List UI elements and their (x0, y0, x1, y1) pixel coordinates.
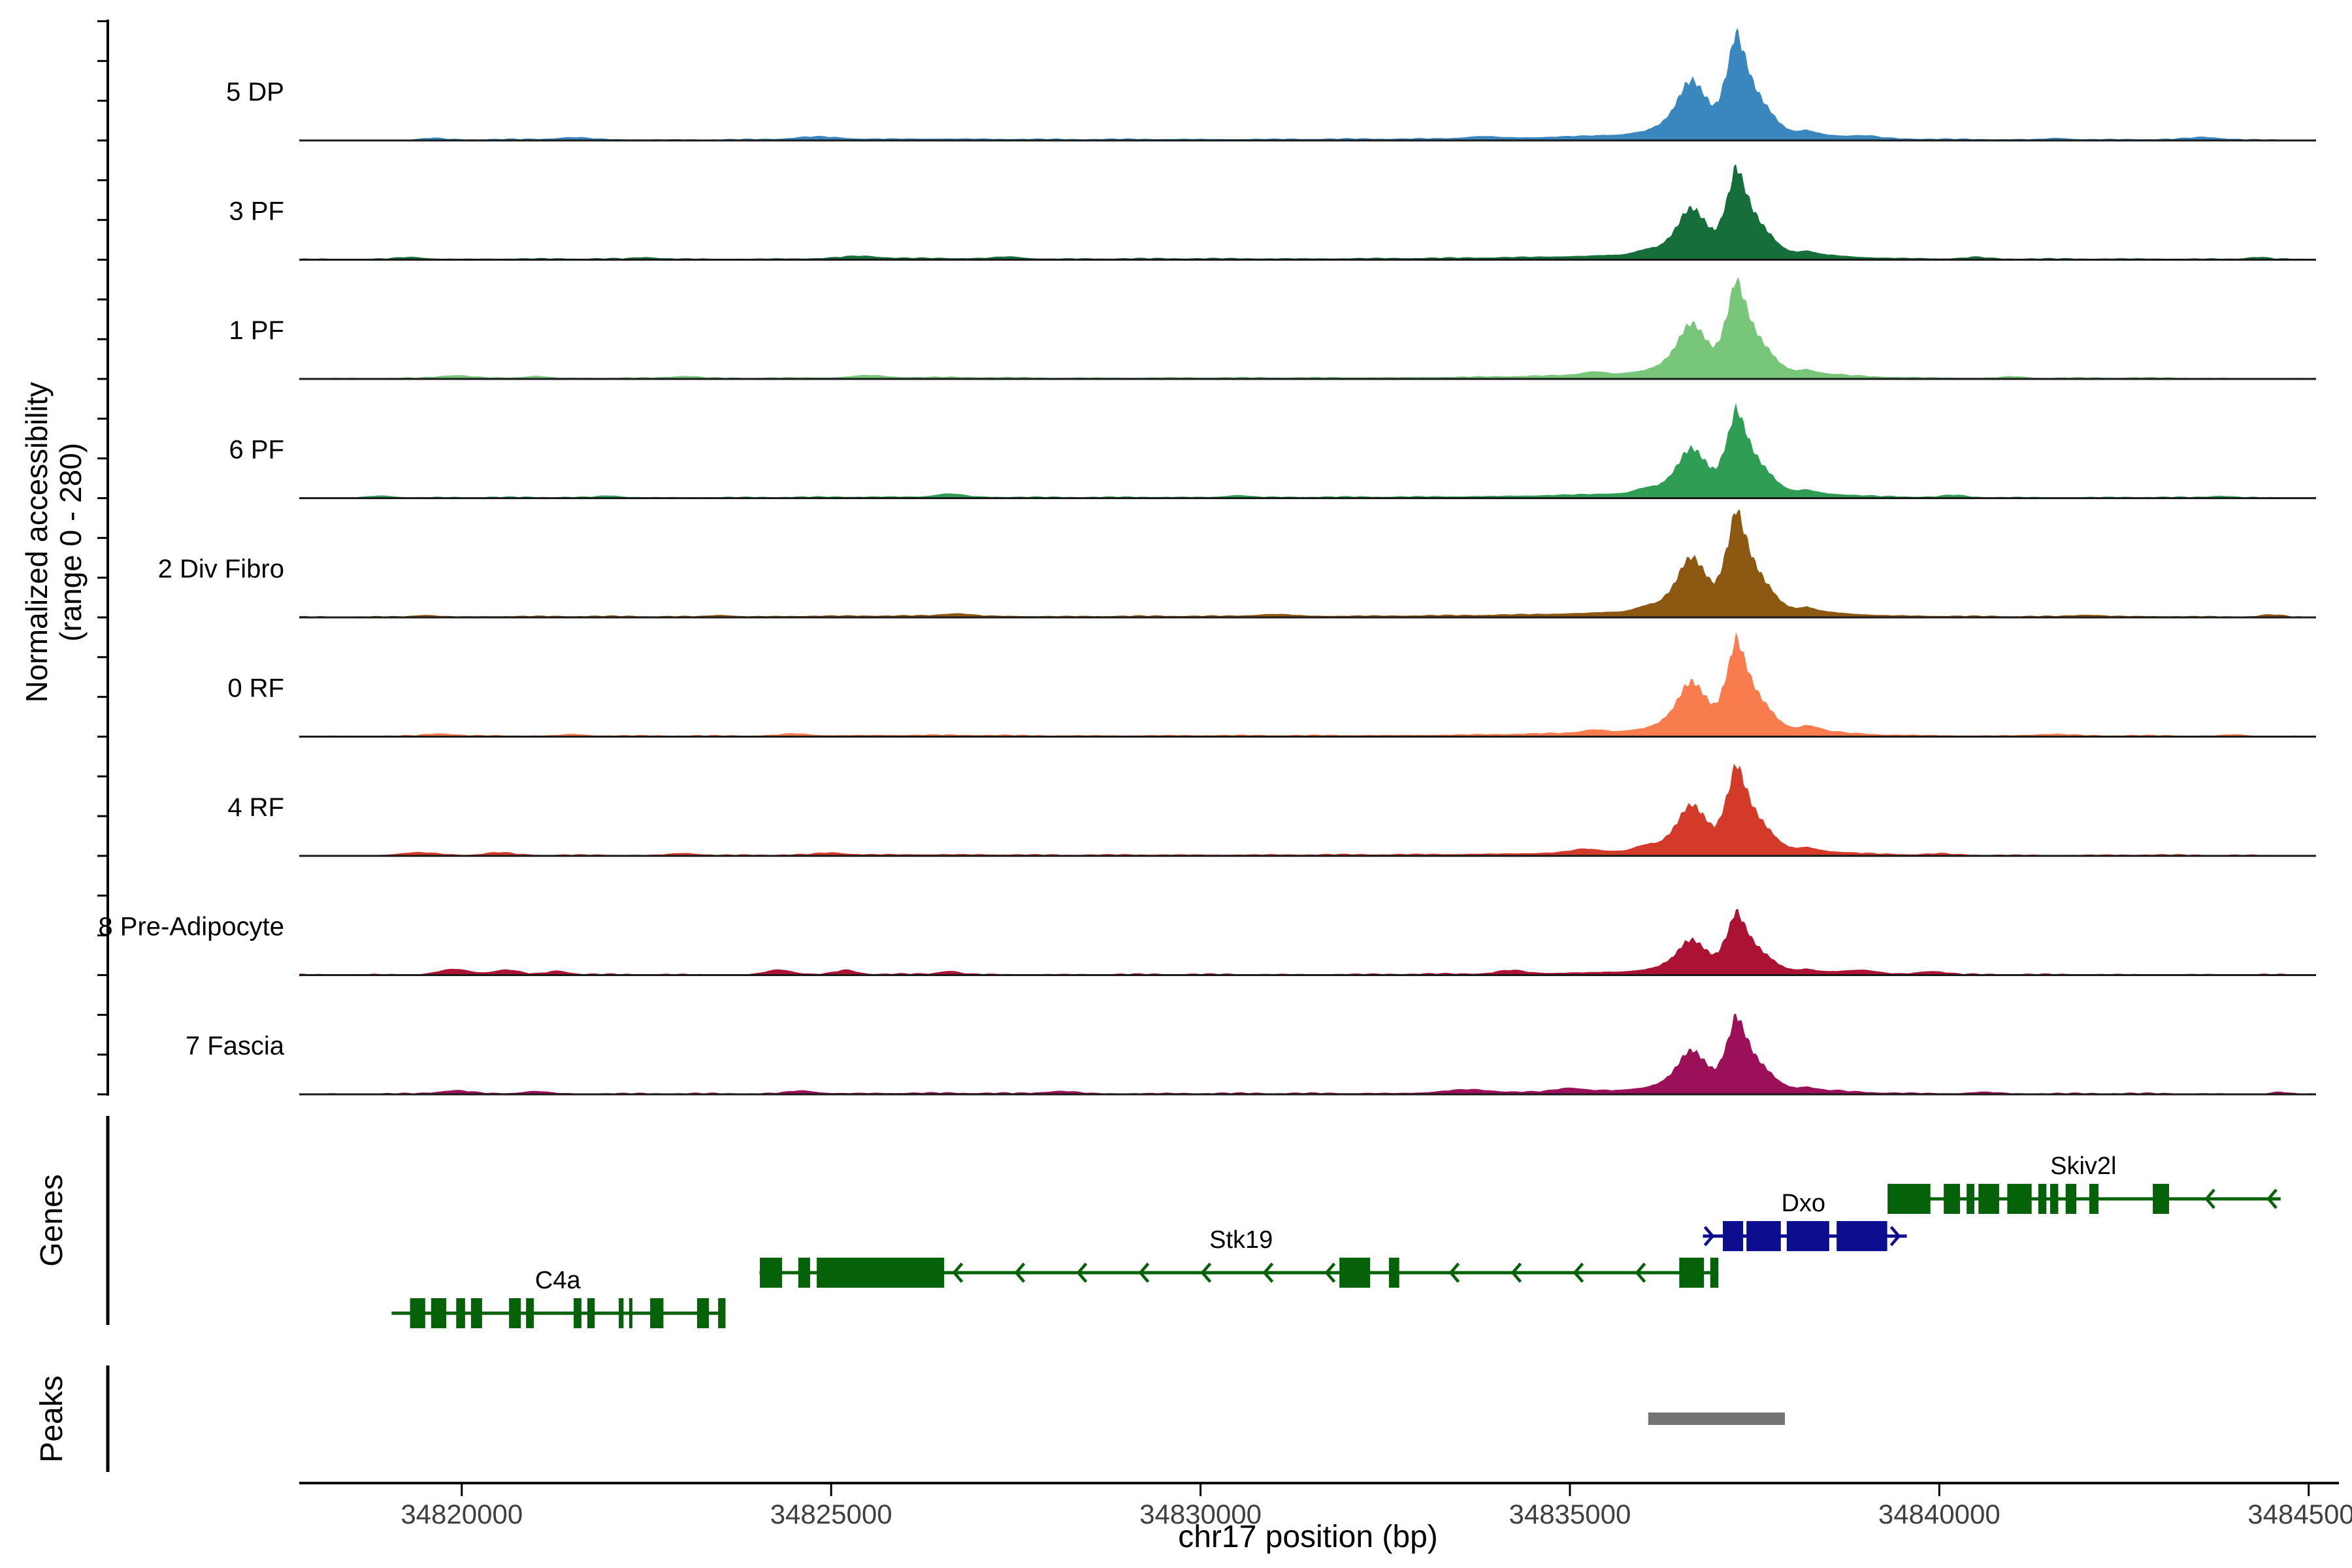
exon (817, 1258, 944, 1288)
exon (1723, 1221, 1743, 1251)
genes-track: Genes Skiv2l Dxo Stk19 C4a (35, 1116, 2281, 1328)
genes-section-label: Genes (35, 1174, 69, 1266)
exon (798, 1258, 810, 1288)
coverage-plot-figure: Normalized accessibility (range 0 - 280)… (0, 0, 2352, 1568)
coverage-signal (299, 1014, 2316, 1095)
exon (2066, 1184, 2076, 1214)
exon (1978, 1184, 1999, 1214)
x-tick-label: 34845000 (2247, 1499, 2352, 1529)
coverage-track-7-fascia: 7 Fascia (186, 1014, 2316, 1095)
coverage-track-2-div-fibro: 2 Div Fibro (158, 510, 2316, 617)
exon (629, 1298, 632, 1328)
coverage-signal (299, 909, 2316, 975)
coverage-track-4-rf: 4 RF (227, 764, 2316, 856)
coverage-signal (299, 276, 2316, 379)
exon (2038, 1184, 2046, 1214)
gene-model-stk19: Stk19 (759, 1226, 1718, 1288)
coverage-track-5-dp: 5 DP (226, 28, 2316, 140)
peak-region-bar (1648, 1413, 1785, 1425)
track-label: 8 Pre-Adipocyte (98, 913, 284, 941)
gene-label: C4a (535, 1267, 581, 1294)
coverage-signal (299, 632, 2316, 736)
gene-models: Skiv2l Dxo Stk19 C4a (391, 1152, 2280, 1328)
coverage-track-1-pf: 1 PF (229, 276, 2316, 379)
coverage-signal (299, 510, 2316, 617)
exon (1679, 1258, 1704, 1288)
coverage-track-0-rf: 0 RF (227, 632, 2316, 736)
exon (650, 1298, 663, 1328)
exon (2089, 1184, 2099, 1214)
exon (431, 1298, 446, 1328)
coverage-signal (299, 164, 2316, 259)
track-label: 5 DP (226, 78, 284, 106)
exon (587, 1298, 595, 1328)
accessibility-axis: Normalized accessibility (range 0 - 280) (20, 20, 108, 1096)
exon (1389, 1258, 1399, 1288)
coverage-signal (299, 403, 2316, 498)
peaks-section-label: Peaks (35, 1375, 69, 1462)
coverage-tracks: 5 DP 3 PF 1 PF 6 PF 2 Div Fibro 0 RF 4 RF 8 Pre… (98, 28, 2316, 1094)
exon (1746, 1221, 1781, 1251)
peaks-track: Peaks (35, 1365, 1785, 1472)
peak-regions (1648, 1413, 1785, 1425)
exon (718, 1298, 725, 1328)
exon (574, 1298, 581, 1328)
track-label: 7 Fascia (186, 1032, 285, 1060)
coverage-track-6-pf: 6 PF (229, 403, 2316, 498)
exon (471, 1298, 482, 1328)
coverage-signal (299, 764, 2316, 856)
gene-label: Stk19 (1209, 1226, 1273, 1254)
exon (619, 1298, 623, 1328)
coverage-track-3-pf: 3 PF (229, 164, 2316, 259)
gene-model-c4a: C4a (391, 1267, 725, 1328)
exon (2050, 1184, 2058, 1214)
exon (509, 1298, 521, 1328)
coverage-signal (299, 28, 2316, 140)
exon (1339, 1258, 1370, 1288)
exon (1967, 1184, 1974, 1214)
exon (2007, 1184, 2031, 1214)
exon (697, 1298, 709, 1328)
x-tick-label: 34825000 (770, 1499, 892, 1529)
exon (1944, 1184, 1960, 1214)
gene-model-dxo: Dxo (1703, 1190, 1906, 1251)
exon (1787, 1221, 1829, 1251)
gene-label: Skiv2l (2050, 1152, 2116, 1180)
gene-label: Dxo (1781, 1190, 1825, 1217)
exon (1887, 1184, 1931, 1214)
track-label: 6 PF (229, 436, 284, 465)
y-axis-title-line2: (range 0 - 280) (54, 443, 88, 642)
exon (760, 1258, 782, 1288)
coverage-track-8-pre-adipocyte: 8 Pre-Adipocyte (98, 909, 2316, 975)
exon (2153, 1184, 2169, 1214)
x-tick-label: 34820000 (400, 1499, 523, 1529)
track-label: 4 RF (227, 793, 284, 822)
exon (1710, 1258, 1718, 1288)
exon (1837, 1221, 1887, 1251)
gene-model-skiv2l: Skiv2l (1887, 1152, 2281, 1214)
track-label: 0 RF (227, 674, 284, 703)
position-axis: 3482000034825000348300003483500034840000… (299, 1483, 2352, 1554)
x-axis-title: chr17 position (bp) (1178, 1520, 1438, 1554)
track-label: 2 Div Fibro (158, 555, 284, 583)
track-label: 1 PF (229, 316, 284, 345)
track-label: 3 PF (229, 197, 284, 226)
exon (410, 1298, 425, 1328)
x-tick-label: 34835000 (1509, 1499, 1631, 1529)
x-tick-label: 34840000 (1878, 1499, 2001, 1529)
exon (526, 1298, 534, 1328)
exon (456, 1298, 465, 1328)
y-axis-title-line1: Normalized accessibility (20, 382, 54, 703)
